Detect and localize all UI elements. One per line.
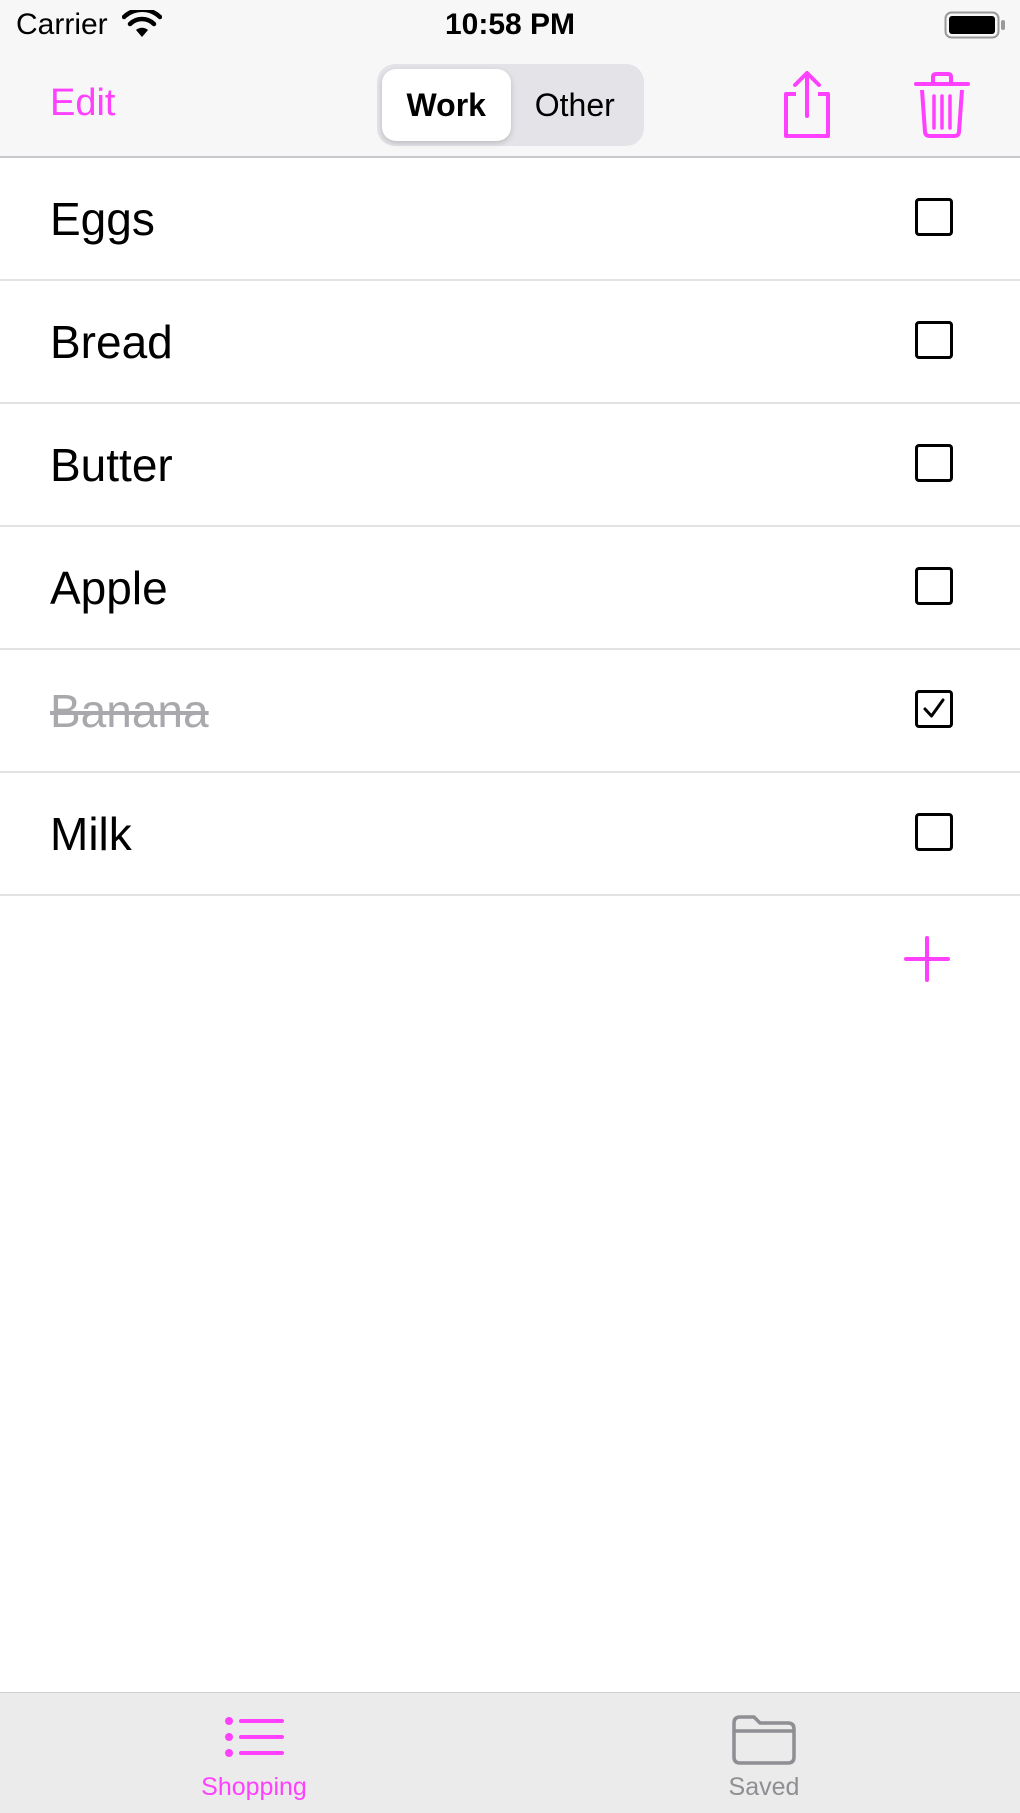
list-item[interactable]: Eggs (0, 158, 1020, 281)
item-label: Milk (50, 807, 132, 860)
trash-icon (914, 72, 970, 138)
tab-saved[interactable]: Saved (664, 1693, 864, 1813)
item-label: Eggs (50, 192, 155, 245)
segment-work[interactable]: Work (382, 69, 511, 141)
segment-other[interactable]: Other (511, 69, 640, 141)
item-label: Banana (50, 684, 209, 737)
shopping-list: Eggs Bread Butter Apple Banana Milk (0, 158, 1020, 896)
list-segmented-control: Work Other (377, 64, 644, 146)
add-item-button[interactable] (902, 934, 952, 984)
list-item[interactable]: Milk (0, 773, 1020, 896)
delete-button[interactable] (912, 70, 972, 140)
item-checkbox[interactable] (915, 567, 953, 605)
share-button[interactable] (778, 70, 836, 140)
item-checkbox[interactable] (915, 321, 953, 359)
item-checkbox[interactable] (915, 444, 953, 482)
item-label: Apple (50, 561, 168, 614)
item-checkbox[interactable] (915, 690, 953, 728)
tab-label: Saved (728, 1773, 800, 1801)
status-bar: Carrier 10:58 PM (0, 0, 1020, 52)
nav-bar: Edit Work Other (0, 52, 1020, 158)
share-icon (784, 71, 830, 138)
item-checkbox[interactable] (915, 198, 953, 236)
list-item[interactable]: Bread (0, 281, 1020, 404)
battery-icon (944, 11, 1005, 39)
list-item[interactable]: Butter (0, 404, 1020, 527)
item-label: Bread (50, 315, 173, 368)
tab-shopping[interactable]: Shopping (154, 1693, 354, 1813)
item-label: Butter (50, 438, 173, 491)
edit-button[interactable]: Edit (50, 82, 115, 125)
folder-icon (732, 1715, 796, 1765)
checkmark-icon (923, 698, 945, 718)
tab-label: Shopping (201, 1773, 307, 1801)
clock: 10:58 PM (444, 8, 576, 41)
list-item[interactable]: Apple (0, 527, 1020, 650)
plus-icon (904, 936, 950, 982)
list-item[interactable]: Banana (0, 650, 1020, 773)
list-icon (225, 1717, 284, 1757)
item-checkbox[interactable] (915, 813, 953, 851)
tab-bar: Shopping Saved (0, 1692, 1020, 1813)
